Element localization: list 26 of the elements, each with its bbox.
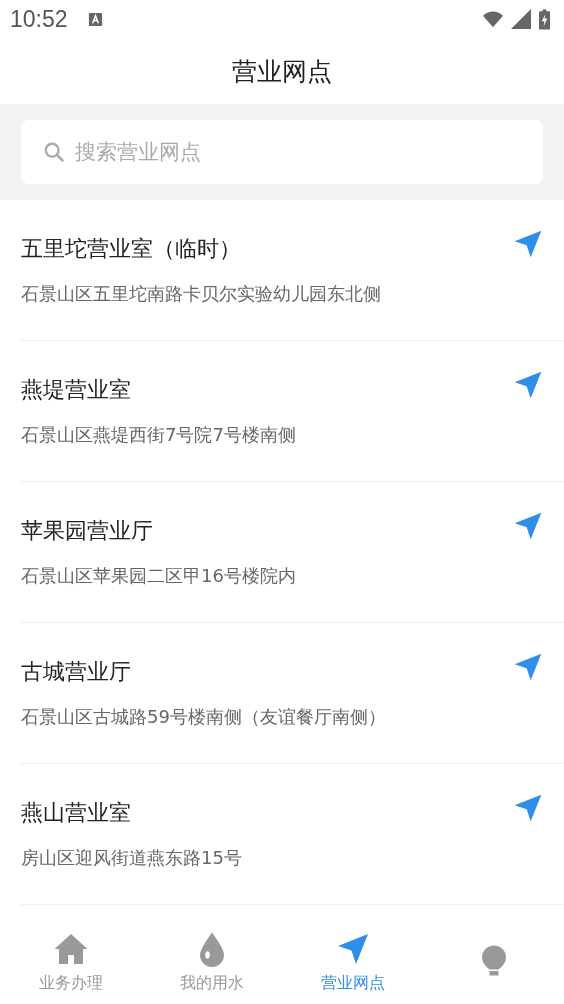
navigation-arrow-icon[interactable] <box>512 792 544 824</box>
branch-address: 石景山区古城路59号楼南侧（友谊餐厅南侧） <box>21 705 387 729</box>
branch-address: 石景山区燕堤西街7号院7号楼南侧 <box>21 423 297 447</box>
navigation-arrow-icon[interactable] <box>512 228 544 260</box>
status-time: 10:52 <box>10 5 68 33</box>
battery-icon <box>539 8 550 30</box>
wifi-icon <box>483 9 503 29</box>
search-icon <box>43 141 65 163</box>
branch-name: 苹果园营业厅 <box>21 517 154 545</box>
branch-name: 五里坨营业室（临时） <box>21 235 242 263</box>
navigation-arrow-icon[interactable] <box>512 510 544 542</box>
search-field[interactable]: 搜索营业网点 <box>21 120 543 184</box>
keyboard-notification-icon <box>87 11 103 27</box>
branch-address: 石景山区五里坨南路卡贝尔实验幼儿园东北侧 <box>21 282 382 306</box>
page-title: 营业网点 <box>232 55 332 88</box>
branch-name: 燕山营业室 <box>21 799 132 827</box>
branch-name: 燕堤营业室 <box>21 376 132 404</box>
signal-icon <box>511 9 531 29</box>
nav-tab[interactable]: 营业网点 <box>282 920 423 1004</box>
navigation-arrow-icon[interactable] <box>512 651 544 683</box>
branch-name: 古城营业厅 <box>21 658 132 686</box>
nav-tab[interactable]: 业务办理 <box>0 920 141 1004</box>
branch-address: 石景山区苹果园二区甲16号楼院内 <box>21 564 297 588</box>
nav-tab[interactable]: 我的用水 <box>141 920 282 1004</box>
branch-address: 房山区迎风街道燕东路15号 <box>21 846 243 870</box>
navigation-arrow-icon[interactable] <box>512 369 544 401</box>
